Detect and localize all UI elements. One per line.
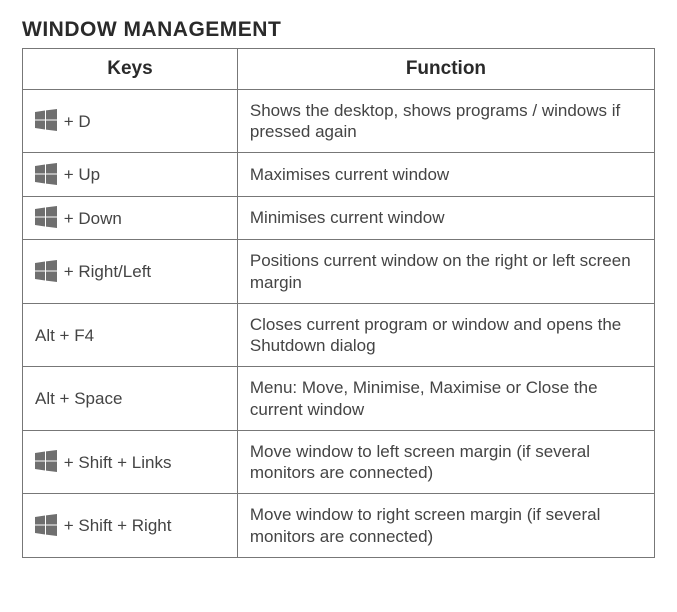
windows-key-icon	[35, 260, 57, 282]
windows-key-icon	[35, 450, 57, 472]
windows-key-icon	[35, 514, 57, 536]
windows-key-icon	[35, 109, 57, 131]
header-function: Function	[237, 49, 654, 90]
function-cell: Menu: Move, Minimise, Maximise or Close …	[237, 367, 654, 431]
table-row: Alt + F4 Closes current program or window…	[23, 303, 655, 367]
table-header-row: Keys Function	[23, 49, 655, 90]
table-row: + Right/Left Positions current window on …	[23, 240, 655, 304]
windows-key-icon	[35, 163, 57, 185]
keys-text: Alt + Space	[35, 389, 122, 408]
function-cell: Positions current window on the right or…	[237, 240, 654, 304]
keys-text: + Right/Left	[59, 262, 151, 281]
keys-cell: + Right/Left	[23, 240, 238, 304]
keys-cell: + Shift + Links	[23, 430, 238, 494]
keys-text: + Shift + Right	[59, 516, 171, 535]
function-cell: Minimises current window	[237, 196, 654, 240]
keys-text: + Down	[59, 209, 122, 228]
function-cell: Closes current program or window and ope…	[237, 303, 654, 367]
keys-cell: + Up	[23, 153, 238, 197]
table-row: + Up Maximises current window	[23, 153, 655, 197]
function-cell: Maximises current window	[237, 153, 654, 197]
keys-text: + D	[59, 112, 91, 131]
keys-text: Alt + F4	[35, 326, 94, 345]
keys-cell: + D	[23, 89, 238, 153]
function-cell: Shows the desktop, shows programs / wind…	[237, 89, 654, 153]
function-cell: Move window to left screen margin (if se…	[237, 430, 654, 494]
windows-key-icon	[35, 206, 57, 228]
shortcut-table: Keys Function + D Shows the desktop, show…	[22, 48, 655, 558]
keys-cell: + Shift + Right	[23, 494, 238, 558]
keys-text: + Shift + Links	[59, 453, 171, 472]
keys-cell: Alt + F4	[23, 303, 238, 367]
table-row: + D Shows the desktop, shows programs / w…	[23, 89, 655, 153]
table-row: + Shift + Right Move window to right scre…	[23, 494, 655, 558]
table-row: + Shift + Links Move window to left scree…	[23, 430, 655, 494]
table-row: + Down Minimises current window	[23, 196, 655, 240]
keys-text: + Up	[59, 165, 100, 184]
header-keys: Keys	[23, 49, 238, 90]
keys-cell: + Down	[23, 196, 238, 240]
function-cell: Move window to right screen margin (if s…	[237, 494, 654, 558]
keys-cell: Alt + Space	[23, 367, 238, 431]
table-row: Alt + Space Menu: Move, Minimise, Maximis…	[23, 367, 655, 431]
section-title: WINDOW MANAGEMENT	[22, 18, 655, 42]
